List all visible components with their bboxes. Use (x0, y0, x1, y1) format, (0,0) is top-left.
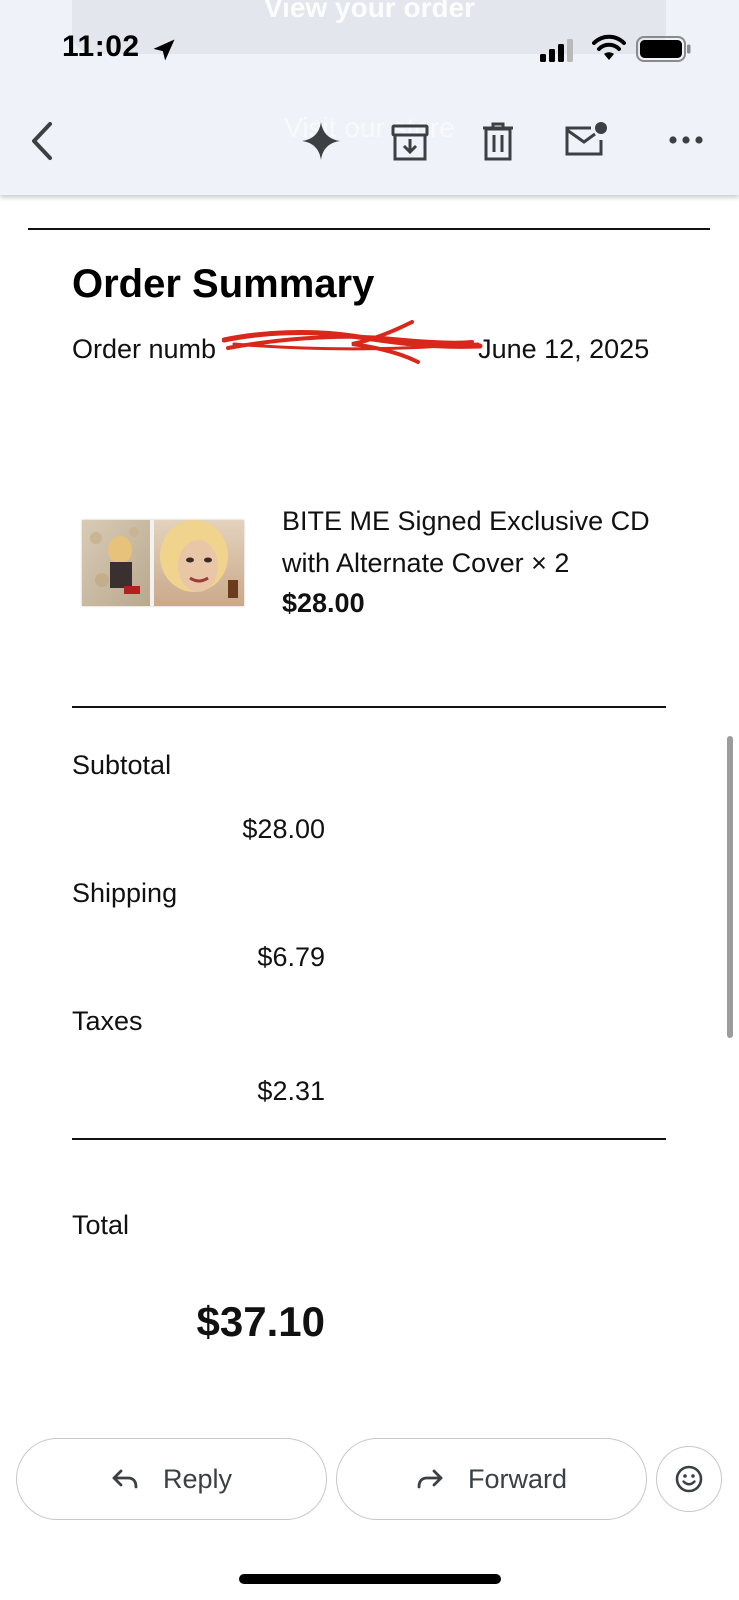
emoji-reaction-icon (675, 1465, 703, 1493)
taxes-value: $2.31 (257, 1076, 325, 1106)
order-summary-heading: Order Summary (72, 262, 375, 306)
reply-arrow-icon (112, 1469, 138, 1489)
more-options-button[interactable] (664, 128, 708, 152)
back-button[interactable] (22, 115, 62, 167)
forward-label: Forward (467, 1463, 568, 1494)
order-date: June 12, 2025 (478, 334, 650, 364)
back-arrow-icon (32, 122, 52, 160)
status-time: 11:02 (62, 30, 140, 63)
scrollbar[interactable] (727, 736, 733, 1038)
product-name: BITE ME Signed Exclusive CD with Alterna… (282, 506, 650, 578)
forward-button[interactable]: Forward (336, 1438, 647, 1520)
battery-icon (636, 36, 691, 62)
total-label: Total (72, 1210, 130, 1240)
reply-label: Reply (162, 1463, 233, 1494)
cellular-signal-icon (540, 39, 573, 62)
product-thumbnail-image (82, 520, 244, 606)
forward-arrow-icon (417, 1469, 443, 1489)
location-arrow-icon (153, 39, 175, 61)
subtotal-label: Subtotal (72, 750, 172, 780)
view-order-ghost-text: View your order (263, 0, 476, 23)
divider (72, 706, 666, 708)
redaction-scribble (222, 320, 483, 364)
mark-unread-button[interactable] (562, 118, 610, 162)
mark-unread-icon (565, 122, 607, 156)
divider (28, 228, 710, 230)
gemini-sparkle-icon (302, 122, 340, 160)
trash-icon (483, 122, 513, 161)
shipping-label: Shipping (72, 878, 178, 908)
archive-icon (391, 124, 429, 161)
more-horizontal-icon (669, 136, 703, 144)
archive-button[interactable] (388, 120, 432, 164)
app-bar: View your order Visit our store 11:02 (0, 0, 739, 195)
delete-button[interactable] (478, 118, 518, 164)
product-price: $28.00 (282, 588, 365, 618)
subtotal-value: $28.00 (242, 814, 325, 844)
divider (72, 1138, 666, 1140)
total-value: $37.10 (196, 1298, 325, 1345)
visit-store-ghost-text: Visit our store (284, 112, 455, 143)
order-number-prefix: Order numb (72, 334, 217, 364)
gemini-button[interactable] (298, 118, 344, 164)
shipping-value: $6.79 (257, 942, 325, 972)
wifi-icon (592, 34, 626, 60)
reply-button[interactable]: Reply (16, 1438, 327, 1520)
taxes-label: Taxes (72, 1006, 143, 1036)
emoji-reaction-button[interactable] (656, 1446, 722, 1512)
home-indicator[interactable] (239, 1574, 501, 1584)
